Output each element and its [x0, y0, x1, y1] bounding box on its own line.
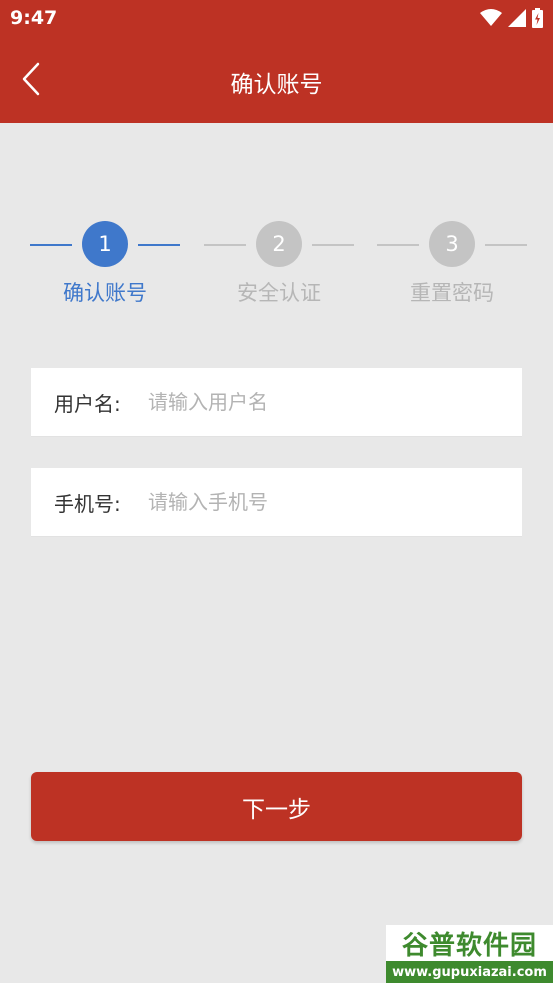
phone-label: 手机号:	[54, 491, 121, 516]
page-title: 确认账号	[230, 72, 323, 98]
step-2: 2 安全认证	[204, 221, 354, 311]
step-1-label: 确认账号	[63, 281, 147, 305]
step-3-circle: 3	[429, 221, 475, 267]
phone-row: 手机号:	[31, 468, 522, 537]
step-3-label: 重置密码	[410, 281, 494, 305]
watermark: 谷普软件园 www.gupuxiazai.com	[386, 925, 553, 983]
step-1-line-right	[138, 244, 180, 246]
username-row: 用户名:	[31, 368, 522, 437]
watermark-text: 谷普软件园	[401, 930, 537, 961]
step-3: 3 重置密码	[377, 221, 527, 311]
header: 9:47 确认账号	[0, 0, 553, 123]
step-1-circle: 1	[82, 221, 128, 267]
watermark-url: www.gupuxiazai.com	[386, 961, 553, 983]
status-icons	[480, 8, 543, 28]
step-1: 1 确认账号	[30, 221, 180, 311]
battery-charging-icon	[532, 8, 543, 28]
step-3-line-right	[485, 244, 527, 246]
step-2-line-right	[312, 244, 354, 246]
next-step-button[interactable]: 下一步	[31, 772, 522, 841]
step-3-line-left	[377, 244, 419, 246]
wifi-icon	[480, 9, 502, 27]
step-2-label: 安全认证	[237, 281, 321, 305]
watermark-logo: 谷普软件园	[386, 925, 553, 961]
username-input[interactable]	[148, 390, 506, 414]
cell-signal-icon	[508, 9, 526, 27]
step-2-line-left	[204, 244, 246, 246]
status-time: 9:47	[10, 7, 58, 29]
screen: 9:47 确认账号 1 确认账号 2 安全认证 3 重置密码 用户名: 请输入用…	[0, 0, 553, 983]
status-bar: 9:47	[0, 0, 553, 38]
step-1-line-left	[30, 244, 72, 246]
step-2-circle: 2	[256, 221, 302, 267]
app-bar: 确认账号	[0, 38, 553, 123]
phone-input[interactable]	[148, 490, 506, 514]
username-label: 用户名:	[54, 391, 121, 416]
stepper: 1 确认账号 2 安全认证 3 重置密码	[0, 221, 553, 311]
